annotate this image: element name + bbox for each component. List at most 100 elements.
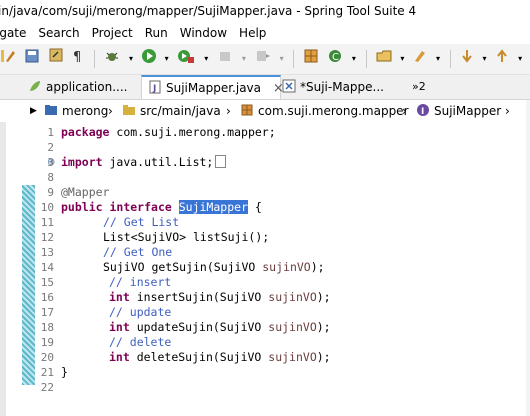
code-token: // insert [109, 275, 172, 289]
menu-navigate[interactable]: igate [0, 22, 32, 44]
code-token: com.suji.merong.mapper; [116, 125, 276, 139]
show-whitespace-icon[interactable]: ¶ [69, 48, 87, 70]
code-token: insertSujin(SujiVO [136, 290, 269, 304]
code-line[interactable]: // insert [109, 275, 171, 290]
code-token: int [109, 320, 130, 334]
chevron-down-icon: ▾ [279, 54, 284, 63]
tab-application-properties[interactable]: application.... [28, 75, 138, 99]
edit-icon[interactable] [0, 48, 18, 70]
line-number: 11 [40, 216, 54, 229]
code-line[interactable]: // Get One [103, 245, 172, 260]
search-icon[interactable] [411, 48, 429, 70]
svg-text:¶: ¶ [73, 50, 81, 64]
tab-sujimapper-java[interactable]: J SujiMapper.java × [141, 75, 284, 99]
vertical-scrollbar[interactable] [526, 100, 530, 416]
code-token: @Mapper [61, 185, 110, 199]
new-class-icon[interactable]: C [325, 48, 345, 70]
folded-imports-box[interactable] [215, 155, 227, 168]
code-token: } [61, 365, 68, 379]
line-number: 18 [40, 321, 54, 334]
code-line[interactable]: int insertSujin(SujiVO sujinVO); [109, 290, 331, 305]
chevron-down-icon[interactable]: ▾ [162, 48, 172, 70]
code-line[interactable]: } [61, 365, 68, 380]
tab-label: *Suji-Mappe... [300, 80, 384, 94]
breadcrumb-project[interactable]: merong [62, 100, 108, 122]
menu-run[interactable]: Run [139, 22, 174, 44]
code-editor[interactable]: 1 2 3 8 9 10 11 12 13 14 15 16 17 18 19 20 21 22 package … [0, 122, 530, 416]
line-number: 9 [47, 186, 54, 199]
breadcrumb-separator: › [402, 104, 407, 118]
breadcrumb-separator: › [226, 104, 231, 118]
main-toolbar: ¶ ▾ ▾ ▾ ▾ ▾ C ▾ ▾ ▾ ▾ ▾ [0, 44, 530, 75]
breadcrumb: ▶ merong › src/main/java › com.suji.mero… [0, 100, 530, 122]
code-line[interactable]: // Get List [103, 215, 179, 230]
breadcrumb-type[interactable]: SujiMapper [434, 100, 501, 122]
debug-icon[interactable] [102, 48, 122, 70]
stop-icon[interactable] [215, 48, 235, 70]
fold-expand-icon[interactable]: ⊕ [47, 155, 57, 170]
new-package-icon[interactable] [301, 48, 321, 70]
editor-tab-bar: application.... J SujiMapper.java × *Suj… [0, 75, 530, 100]
chevron-down-icon[interactable]: ▾ [515, 48, 525, 70]
chevron-down-icon[interactable]: ▾ [480, 48, 490, 70]
code-token: ); [316, 350, 331, 364]
save-icon[interactable] [22, 48, 42, 70]
save-all-icon[interactable] [46, 48, 66, 70]
line-number: 15 [40, 276, 54, 289]
line-number: 17 [40, 306, 54, 319]
code-line[interactable]: int deleteSujin(SujiVO sujinVO); [109, 350, 331, 365]
chevron-down-icon[interactable]: ▾ [349, 48, 359, 70]
code-token: sujinVO [268, 320, 317, 334]
line-number: 2 [47, 141, 54, 154]
run-icon[interactable] [140, 48, 158, 70]
window-title: in/java/com/suji/merong/mapper/SujiMappe… [0, 4, 417, 18]
line-number: 20 [40, 351, 54, 364]
code-token: SujiVO getSujin(SujiVO [103, 260, 263, 274]
line-number: 22 [40, 381, 54, 394]
prev-annotation-icon[interactable] [493, 48, 511, 70]
left-ruler [0, 122, 6, 416]
breadcrumb-separator: › [505, 104, 510, 118]
code-token: sujinVO [268, 290, 317, 304]
code-line[interactable]: // delete [109, 335, 171, 350]
menu-project[interactable]: Project [86, 22, 139, 44]
code-token: ); [316, 320, 331, 334]
tab-overflow-button[interactable]: »2 [412, 75, 434, 99]
chevron-down-icon[interactable]: ▾ [126, 48, 136, 70]
line-number: 12 [40, 231, 54, 244]
menu-search[interactable]: Search [32, 22, 85, 44]
code-line[interactable]: int updateSujin(SujiVO sujinVO); [109, 320, 331, 335]
code-line[interactable]: @Mapper [61, 185, 109, 200]
open-type-icon[interactable] [374, 48, 394, 70]
breadcrumb-separator: › [108, 104, 113, 118]
code-line[interactable]: import java.util.List; [61, 155, 227, 170]
chevron-down-icon[interactable]: ▾ [433, 48, 443, 70]
code-token: SujiMapper [178, 200, 248, 214]
skip-icon[interactable] [253, 48, 273, 70]
menu-help[interactable]: Help [233, 22, 272, 44]
tab-suji-mapper-xml[interactable]: *Suji-Mappe... [282, 75, 392, 99]
code-line[interactable]: package com.suji.merong.mapper; [61, 125, 276, 140]
chevron-down-icon: ▾ [241, 54, 246, 63]
code-token: // delete [109, 335, 172, 349]
code-token: updateSujin(SujiVO [136, 320, 269, 334]
external-tools-icon[interactable] [175, 48, 197, 70]
xml-file-icon [282, 77, 296, 93]
code-line[interactable]: List<SujiVO> listSuji(); [103, 230, 269, 245]
java-file-icon: J [148, 79, 162, 94]
menu-window[interactable]: Window [174, 22, 233, 44]
svg-text:J: J [152, 84, 156, 94]
code-line[interactable]: SujiVO getSujin(SujiVO sujinVO); [103, 260, 325, 275]
line-number: 8 [47, 171, 54, 184]
code-line[interactable]: public interface SujiMapper { [61, 200, 262, 215]
package-folder-icon [44, 100, 58, 122]
code-token: int [109, 350, 130, 364]
chevron-down-icon[interactable]: ▾ [397, 48, 407, 70]
breadcrumb-folder[interactable]: src/main/java [140, 100, 221, 122]
code-token: { [247, 200, 262, 214]
chevron-down-icon[interactable]: ▾ [201, 48, 211, 70]
breadcrumb-package[interactable]: com.suji.merong.mapper [258, 100, 409, 122]
toolbar-separator [365, 50, 367, 68]
code-line[interactable]: // update [109, 305, 171, 320]
next-annotation-icon[interactable] [458, 48, 476, 70]
